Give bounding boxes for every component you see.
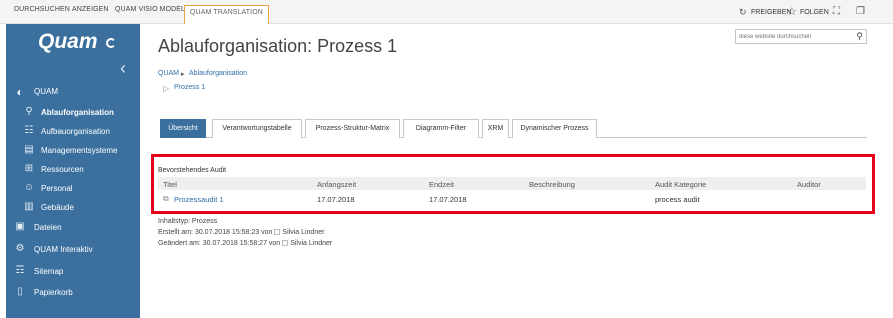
process-page-icon: ▷ bbox=[163, 84, 170, 93]
modified-line: Geändert am: 30.07.2018 15:58:27 von Silv… bbox=[158, 240, 332, 247]
tab-uebersicht[interactable]: Übersicht bbox=[160, 119, 206, 138]
management-icon: ▤ bbox=[24, 144, 34, 155]
collapse-chevron-icon[interactable]: ‹ bbox=[120, 58, 126, 79]
star-icon[interactable]: ☆ bbox=[787, 7, 797, 18]
sidebar: Quam ‹ ◐ QUAM ⚲ Ablauforganisation ☷ Auf… bbox=[6, 24, 140, 318]
breadcrumb-root[interactable]: QUAM bbox=[158, 70, 179, 77]
quam-logo[interactable]: Quam bbox=[38, 30, 98, 54]
audit-title-link[interactable]: Prozessaudit 1 bbox=[174, 195, 224, 204]
resources-icon: ⊞ bbox=[24, 163, 34, 174]
sidebar-item-label: Aufbauorganisation bbox=[41, 127, 110, 136]
content-type: Inhaltstyp: Prozess bbox=[158, 218, 218, 225]
tab-dynamischer-prozess[interactable]: Dynamischer Prozess bbox=[512, 119, 597, 138]
column-header-beschreibung[interactable]: Beschreibung bbox=[529, 180, 575, 189]
search-icon[interactable]: ⚲ bbox=[856, 31, 863, 42]
interactive-icon: ⚙ bbox=[15, 243, 25, 254]
breadcrumb-separator: ▸ bbox=[181, 71, 185, 78]
sidebar-item-label: Ablauforganisation bbox=[41, 108, 114, 117]
ribbon-tab-visio-modeler[interactable]: QUAM VISIO MODELER bbox=[115, 6, 195, 13]
audit-start: 17.07.2018 bbox=[317, 195, 355, 204]
share-button[interactable]: FREIGEBEN bbox=[751, 9, 791, 16]
column-header-audit-kategorie[interactable]: Audit Kategorie bbox=[655, 180, 706, 189]
ribbon-bar: DURCHSUCHEN ANZEIGEN QUAM VISIO MODELER … bbox=[0, 0, 893, 24]
column-header-anfangszeit[interactable]: Anfangszeit bbox=[317, 180, 356, 189]
people-icon: ☺ bbox=[23, 182, 35, 193]
item-icon: ⧉ bbox=[163, 194, 169, 203]
tab-xrm[interactable]: XRM bbox=[482, 119, 509, 138]
created-by-link[interactable]: Silvia Lindner bbox=[282, 229, 324, 236]
sidebar-item-label: Personal bbox=[41, 184, 73, 193]
sidebar-item-label: Managementsysteme bbox=[41, 146, 118, 155]
search-box[interactable]: ⚲ bbox=[735, 29, 867, 44]
column-header-auditor[interactable]: Auditor bbox=[797, 180, 821, 189]
audit-end: 17.07.2018 bbox=[429, 195, 467, 204]
modified-by-link[interactable]: Silvia Lindner bbox=[290, 240, 332, 247]
sidebar-item-label: Sitemap bbox=[34, 267, 64, 276]
follow-button[interactable]: FOLGEN bbox=[800, 9, 829, 16]
building-icon: ▥ bbox=[24, 201, 34, 212]
share-icon[interactable]: ↻ bbox=[739, 8, 747, 17]
modified-label: Geändert am: 30.07.2018 15:58:27 von bbox=[158, 240, 281, 247]
audit-category: process audit bbox=[655, 195, 700, 204]
sidebar-item-label: Dateien bbox=[34, 223, 62, 232]
flow-icon: ⚲ bbox=[25, 106, 33, 117]
sidebar-item-label: Gebäude bbox=[41, 203, 74, 212]
tab-verantwortungstabelle[interactable]: Verantwortungstabelle bbox=[212, 119, 302, 138]
table-header: Titel Anfangszeit Endzeit Beschreibung A… bbox=[158, 177, 866, 190]
breadcrumb-child[interactable]: Prozess 1 bbox=[174, 84, 205, 91]
ribbon-tab-durchsuchen[interactable]: DURCHSUCHEN bbox=[14, 6, 70, 13]
org-chart-icon: ☷ bbox=[24, 125, 34, 136]
column-header-titel[interactable]: Titel bbox=[163, 180, 177, 189]
sitemap-icon: ☶ bbox=[15, 265, 25, 276]
focus-icon[interactable]: ⛶ bbox=[833, 7, 840, 17]
tab-bar: Übersicht Verantwortungstabelle Prozess-… bbox=[160, 119, 867, 138]
trash-icon: ▯ bbox=[17, 286, 23, 297]
created-line: Erstellt am: 30.07.2018 15:58:23 von Silv… bbox=[158, 229, 324, 236]
window-icon[interactable]: ❐ bbox=[856, 7, 865, 17]
created-label: Erstellt am: 30.07.2018 15:58:23 von bbox=[158, 229, 273, 236]
column-header-endzeit[interactable]: Endzeit bbox=[429, 180, 454, 189]
section-title: Bevorstehendes Audit bbox=[158, 167, 227, 174]
page-title: Ablauforganisation: Prozess 1 bbox=[158, 36, 398, 56]
presence-icon bbox=[282, 240, 289, 246]
breadcrumb-current[interactable]: Ablauforganisation bbox=[189, 70, 247, 77]
sidebar-item-label: Papierkorb bbox=[34, 288, 73, 297]
search-input[interactable] bbox=[739, 32, 849, 42]
tab-diagramm-filter[interactable]: Diagramm-Filter bbox=[403, 119, 479, 138]
sidebar-item-label: QUAM bbox=[34, 87, 58, 96]
quam-icon: ◐ bbox=[16, 85, 24, 99]
presence-icon bbox=[274, 229, 281, 235]
ribbon-tab-anzeigen[interactable]: ANZEIGEN bbox=[72, 6, 109, 13]
files-icon: ▣ bbox=[15, 221, 25, 232]
sidebar-item-label: QUAM Interaktiv bbox=[34, 245, 93, 254]
sidebar-item-label: Ressourcen bbox=[41, 165, 84, 174]
tab-prozess-struktur-matrix[interactable]: Prozess-Struktur-Matrix bbox=[305, 119, 400, 138]
logo-mark bbox=[106, 38, 116, 48]
ribbon-tab-translation[interactable]: QUAM TRANSLATION bbox=[184, 5, 269, 24]
